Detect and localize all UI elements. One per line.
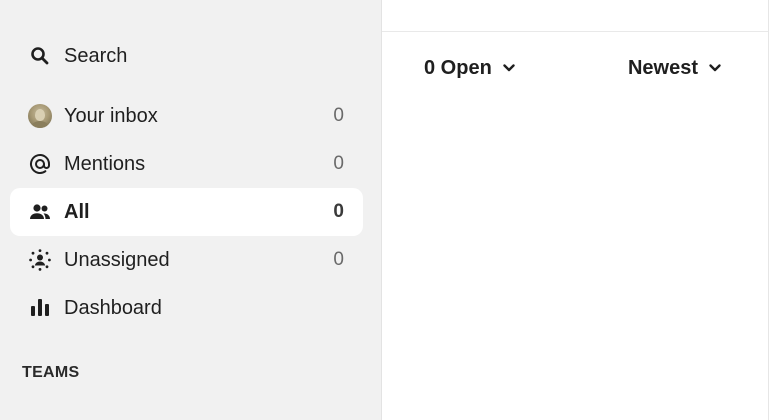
search-icon (28, 44, 52, 68)
sidebar-item-label: Your inbox (64, 104, 158, 127)
right-edge (769, 0, 780, 420)
bar-chart-icon (28, 296, 52, 320)
sidebar-item-label: Dashboard (64, 296, 162, 319)
sidebar-item-dashboard[interactable]: Dashboard (10, 284, 363, 332)
sidebar-item-unassigned[interactable]: Unassigned 0 (10, 236, 363, 284)
avatar (28, 104, 52, 128)
avatar-wrapper (28, 104, 52, 128)
teams-heading: TEAMS (22, 364, 80, 381)
sidebar-item-mentions[interactable]: Mentions 0 (10, 140, 363, 188)
sidebar-search[interactable]: Search (10, 32, 363, 80)
sidebar-item-count: 0 (333, 153, 344, 174)
chevron-down-icon (502, 61, 516, 75)
unassigned-icon (28, 248, 52, 272)
search-label: Search (64, 44, 128, 67)
sidebar-item-count: 0 (333, 201, 344, 222)
sidebar: Search Your inbox 0 Mentions 0 All 0 Una… (0, 0, 382, 420)
at-icon (28, 152, 52, 176)
status-filter-dropdown[interactable]: 0 Open (424, 54, 516, 82)
app: Search Your inbox 0 Mentions 0 All 0 Una… (0, 0, 780, 420)
sidebar-item-label: All (64, 200, 90, 223)
sidebar-item-label: Unassigned (64, 248, 170, 271)
sidebar-item-all[interactable]: All 0 (10, 188, 363, 236)
sidebar-item-label: Mentions (64, 152, 146, 175)
sidebar-item-count: 0 (333, 105, 344, 126)
conversation-list-pane: 0 Open Newest (382, 0, 768, 420)
sidebar-item-your-inbox[interactable]: Your inbox 0 (10, 92, 363, 140)
header-divider (382, 31, 768, 32)
people-icon (28, 200, 52, 224)
sort-label: Newest (627, 56, 698, 79)
sort-dropdown[interactable]: Newest (628, 54, 722, 82)
status-filter-label: 0 Open (424, 56, 492, 79)
sidebar-item-count: 0 (333, 249, 344, 270)
chevron-down-icon (708, 61, 722, 75)
